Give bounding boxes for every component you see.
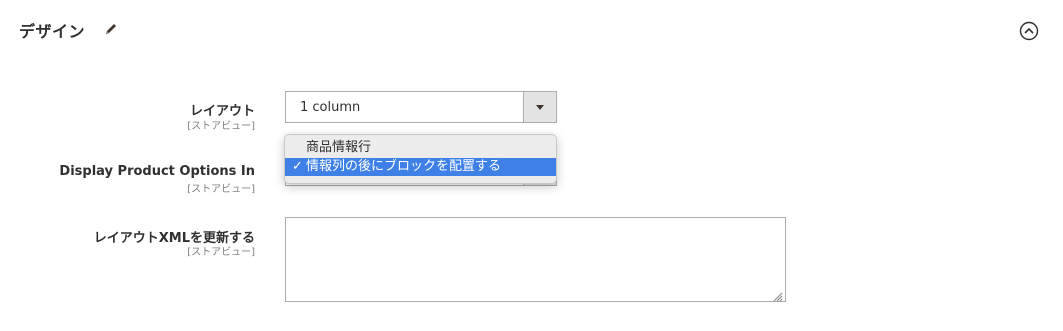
display-product-options-label: Display Product Options In <box>59 164 255 179</box>
design-section: デザイン レイアウト [ストアビュー] 1 column Display Pro… <box>0 0 1063 331</box>
layout-xml-textarea[interactable] <box>285 217 786 302</box>
dropdown-option[interactable]: 商品情報行 <box>285 139 556 157</box>
layout-scope-label: [ストアビュー] <box>187 121 255 132</box>
option-label: 情報列の後にブロックを配置する <box>306 159 502 174</box>
chevron-up-circle-icon[interactable] <box>1019 21 1039 41</box>
layout-xml-scope-label: [ストアビュー] <box>187 247 255 258</box>
layout-select-toggle[interactable] <box>523 92 556 122</box>
section-title[interactable]: デザイン <box>19 18 85 42</box>
checkmark-icon: ✓ <box>292 159 303 174</box>
resize-grip-icon[interactable] <box>771 287 783 302</box>
dropdown-option-selected[interactable]: ✓ 情報列の後にブロックを配置する <box>285 158 556 176</box>
display-product-options-dropdown[interactable]: 商品情報行 ✓ 情報列の後にブロックを配置する <box>284 134 557 184</box>
caret-down-icon <box>536 105 544 110</box>
layout-select-value: 1 column <box>300 100 361 115</box>
display-product-options-scope-label: [ストアビュー] <box>187 184 255 195</box>
option-label: 商品情報行 <box>306 140 372 155</box>
pencil-icon[interactable] <box>103 21 119 37</box>
layout-select[interactable]: 1 column <box>285 91 557 123</box>
